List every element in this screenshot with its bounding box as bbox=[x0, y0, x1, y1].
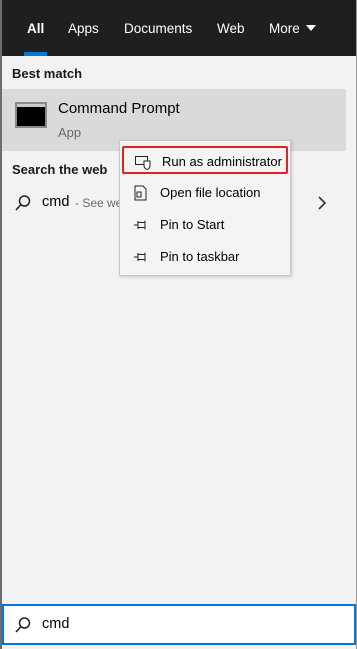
menu-item-open-file-location[interactable]: Open file location bbox=[122, 179, 288, 207]
menu-item-label: Pin to taskbar bbox=[160, 249, 240, 264]
shield-icon bbox=[135, 156, 151, 170]
menu-item-label: Open file location bbox=[160, 185, 261, 200]
menu-item-pin-to-start[interactable]: Pin to Start bbox=[122, 211, 288, 239]
context-menu: Run as administrator Open file location … bbox=[119, 140, 291, 276]
web-search-suffix: - See we bbox=[75, 196, 123, 210]
tab-all[interactable]: All bbox=[23, 0, 48, 56]
best-match-heading: Best match bbox=[12, 66, 83, 81]
best-match-type: App bbox=[58, 125, 82, 140]
tab-documents[interactable]: Documents bbox=[124, 0, 192, 56]
search-input-value[interactable]: cmd bbox=[42, 616, 69, 632]
search-web-heading: Search the web bbox=[12, 162, 108, 177]
menu-item-label: Pin to Start bbox=[160, 217, 225, 232]
tab-web[interactable]: Web bbox=[217, 0, 245, 56]
menu-item-pin-to-taskbar[interactable]: Pin to taskbar bbox=[122, 243, 288, 271]
chevron-right-icon[interactable] bbox=[315, 196, 329, 210]
cmd-terminal-icon bbox=[15, 102, 47, 128]
tab-apps[interactable]: Apps bbox=[68, 0, 99, 56]
file-location-icon bbox=[134, 185, 147, 201]
search-tab-bar: All Apps Documents Web More bbox=[2, 0, 356, 56]
tab-more[interactable]: More bbox=[269, 0, 316, 56]
pin-icon bbox=[134, 220, 146, 230]
best-match-name: Command Prompt bbox=[58, 100, 180, 117]
search-icon bbox=[15, 195, 31, 211]
caret-down-icon bbox=[305, 25, 316, 32]
pin-icon bbox=[134, 252, 146, 262]
search-box[interactable]: cmd bbox=[2, 604, 356, 645]
menu-item-run-as-admin[interactable]: Run as administrator bbox=[122, 146, 288, 174]
web-search-query: cmd bbox=[42, 194, 70, 210]
menu-item-label: Run as administrator bbox=[162, 154, 282, 169]
search-icon bbox=[15, 617, 31, 633]
tab-more-label: More bbox=[269, 21, 300, 36]
